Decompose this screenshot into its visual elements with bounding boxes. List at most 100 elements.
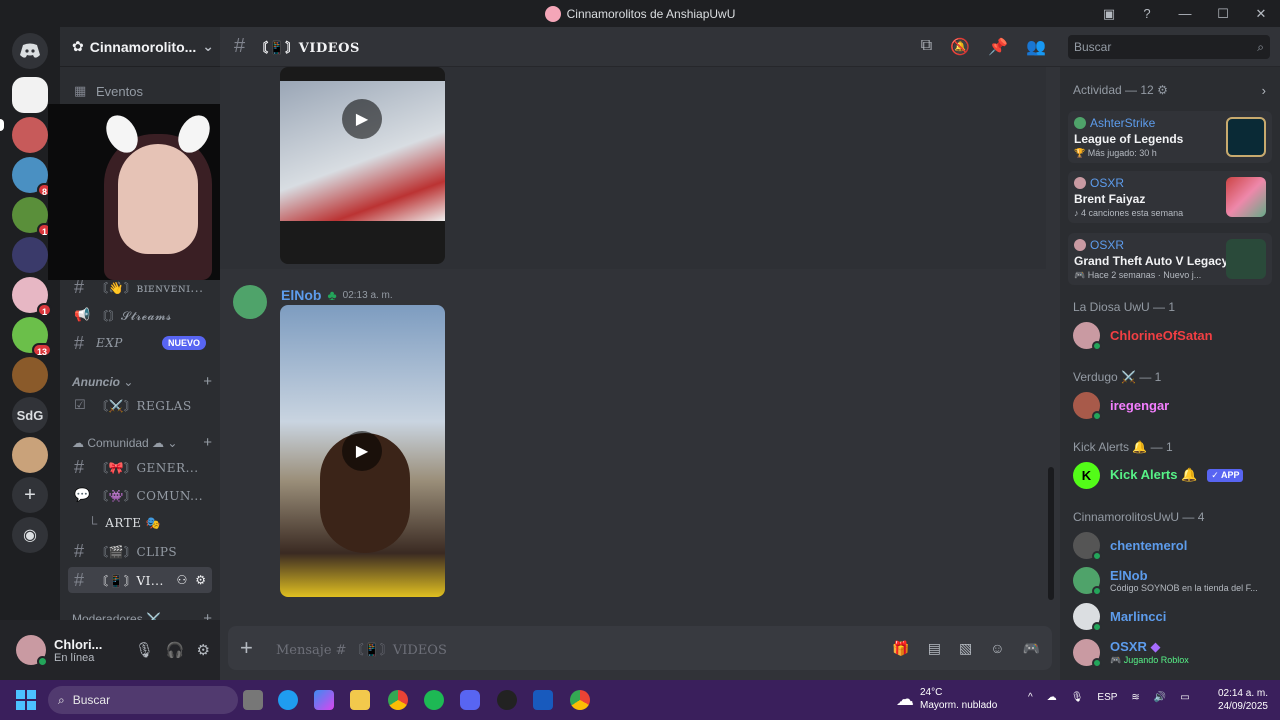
channel-reglas[interactable]: ☑ 〘⚔️〙REGLAS: [68, 392, 212, 418]
activity-header[interactable]: Actividad — 12 ⚙: [1073, 83, 1168, 97]
system-tray: ^ ☁ 🎙 ESP ≋ 🔊 ▭: [1028, 692, 1190, 703]
channel-comunidad[interactable]: 💬 〘👾〙COMUN...: [68, 482, 212, 508]
onedrive-icon[interactable]: ☁: [1047, 692, 1057, 703]
activity-card[interactable]: OSXR Brent Faiyaz ♪ 4 canciones esta sem…: [1068, 171, 1272, 223]
play-icon[interactable]: ▶: [342, 431, 382, 471]
chevron-right-icon[interactable]: ›: [1262, 83, 1266, 98]
channel-clips[interactable]: # 〘🎬〙CLIPS: [68, 538, 212, 564]
maximize-button[interactable]: ☐: [1204, 6, 1242, 22]
discord-home-icon[interactable]: [12, 33, 48, 69]
apps-icon[interactable]: 🎮: [1023, 640, 1040, 657]
help-icon[interactable]: ?: [1128, 6, 1166, 21]
volume-icon[interactable]: 🔊: [1154, 692, 1166, 703]
file-explorer-icon[interactable]: [350, 690, 370, 710]
member-marlincci[interactable]: Marlincci: [1073, 601, 1166, 632]
add-attachment-icon[interactable]: +: [240, 635, 260, 661]
title-bar: Cinnamorolitos de AnshiapUwU ▣ ? — ☐ ✕: [0, 0, 1280, 27]
video-attachment-2[interactable]: ▶: [280, 305, 445, 597]
discover-icon[interactable]: ◉: [12, 517, 48, 553]
edge-icon[interactable]: [278, 690, 298, 710]
invite-icon[interactable]: ⚇: [176, 573, 187, 587]
notifications-muted-icon[interactable]: 🔕: [950, 37, 970, 57]
chrome-icon-2[interactable]: [570, 690, 590, 710]
windows-start-icon[interactable]: [16, 690, 36, 710]
user-name[interactable]: Chlori...: [54, 637, 102, 652]
channel-general[interactable]: # 〘🎀〙GENER...: [68, 454, 212, 480]
server-icon-2[interactable]: [12, 117, 48, 153]
gear-icon[interactable]: ⚙: [195, 573, 206, 587]
wifi-icon[interactable]: ≋: [1131, 692, 1139, 703]
threads-icon[interactable]: ⧉: [921, 37, 932, 57]
server-icon-sdg[interactable]: SdG: [12, 397, 48, 433]
chevron-down-icon: ⌄: [202, 38, 215, 54]
events-item[interactable]: ▦ Eventos: [68, 78, 212, 104]
add-server-icon[interactable]: +: [12, 477, 48, 513]
word-icon[interactable]: [533, 690, 553, 710]
headphones-icon[interactable]: 🎧: [166, 641, 185, 659]
events-label: Eventos: [96, 83, 143, 99]
clock[interactable]: 02:14 a. m. 24/09/2025: [1218, 687, 1268, 713]
add-channel-icon[interactable]: +: [203, 434, 212, 451]
activity-card[interactable]: AshterStrike League of Legends 🏆 Más jug…: [1068, 111, 1272, 163]
search-input[interactable]: Buscar ⌕: [1068, 35, 1270, 59]
microphone-icon[interactable]: 🎙: [135, 641, 154, 659]
scrollbar[interactable]: [1048, 467, 1054, 600]
language-indicator[interactable]: ESP: [1097, 692, 1117, 703]
chevron-up-icon[interactable]: ^: [1028, 692, 1033, 703]
spotify-icon[interactable]: [424, 690, 444, 710]
avatar: [1074, 117, 1086, 129]
minimize-button[interactable]: —: [1166, 6, 1204, 21]
server-icon-cinnamoroll[interactable]: [12, 77, 48, 113]
gear-icon[interactable]: ⚙: [197, 641, 210, 659]
server-icon-minecraft[interactable]: 1: [12, 197, 52, 237]
composer-placeholder[interactable]: Mensaje # 〘📱〙VIDEOS: [276, 639, 447, 658]
activity-card[interactable]: OSXR Grand Theft Auto V Legacy 🎮 Hace 2 …: [1068, 233, 1272, 285]
taskbar-search[interactable]: ⌕ Buscar: [48, 686, 238, 714]
channel-videos[interactable]: # 〘📱〙VI... ⚇ ⚙: [68, 567, 212, 593]
channel-exp[interactable]: # EXP NUEVO: [68, 330, 212, 356]
task-view-icon[interactable]: [243, 690, 263, 710]
emoji-icon[interactable]: ☺: [990, 640, 1004, 657]
member-iregengar[interactable]: iregengar: [1073, 390, 1169, 421]
server-icon-8[interactable]: [12, 357, 48, 393]
play-icon[interactable]: ▶: [342, 99, 382, 139]
gif-icon[interactable]: ▤: [928, 640, 941, 657]
chrome-icon[interactable]: [388, 690, 408, 710]
avatar[interactable]: [16, 635, 48, 667]
member-elnob[interactable]: ElNob Código SOYNOB en la tienda del F..…: [1073, 565, 1258, 596]
member-chentemerol[interactable]: chentemerol: [1073, 530, 1187, 561]
category-anuncio[interactable]: Anuncio ⌄ +: [72, 373, 212, 390]
member-chlorine[interactable]: ChlorineOfSatan: [1073, 320, 1213, 351]
message-composer[interactable]: + Mensaje # 〘📱〙VIDEOS 🎁 ▤ ▧ ☺ 🎮: [228, 626, 1052, 670]
server-icon-6[interactable]: 1: [12, 277, 52, 317]
members-icon[interactable]: 👥: [1026, 37, 1046, 57]
guild-settings-icon: ✿: [72, 38, 84, 54]
sticker-icon[interactable]: ▧: [959, 640, 972, 657]
server-icon-5[interactable]: [12, 237, 48, 273]
microphone-icon[interactable]: 🎙: [1071, 692, 1084, 703]
app-icon[interactable]: [497, 690, 517, 710]
server-icon-3[interactable]: 8: [12, 157, 52, 197]
category-comunidad[interactable]: ☁ Comunidad ☁ ⌄ +: [72, 434, 212, 451]
weather-widget[interactable]: ☁ 24°C Mayorm. nublado: [896, 686, 997, 712]
thread-arte[interactable]: └ ARTE 🎭: [68, 510, 212, 536]
battery-icon[interactable]: ▭: [1180, 692, 1189, 703]
guild-header[interactable]: ✿ Cinnamorolito... ⌄: [60, 27, 220, 67]
server-icon-10[interactable]: [12, 437, 48, 473]
video-attachment-1[interactable]: ▶: [280, 67, 445, 264]
gift-icon[interactable]: 🎁: [892, 640, 909, 657]
add-channel-icon[interactable]: +: [203, 373, 212, 390]
pin-icon[interactable]: 📌: [988, 37, 1008, 57]
inbox-icon[interactable]: ▣: [1090, 6, 1128, 22]
discord-taskbar-icon[interactable]: [460, 690, 480, 710]
member-kick-alerts[interactable]: K Kick Alerts 🔔 ✓ APP: [1073, 460, 1244, 490]
message-author[interactable]: ElNob: [281, 287, 321, 303]
gear-icon[interactable]: ⚙: [1157, 83, 1168, 97]
close-button[interactable]: ✕: [1242, 6, 1280, 22]
copilot-icon[interactable]: [314, 690, 334, 710]
avatar[interactable]: [233, 285, 267, 319]
activity-detail: Más jugado: 30 h: [1087, 148, 1157, 158]
member-osxr[interactable]: OSXR ◆ 🎮 Jugando Roblox: [1073, 637, 1189, 668]
server-icon-7[interactable]: 13: [12, 317, 52, 357]
channel-streams[interactable]: 📢 〘〙𝓢𝓽𝓻𝓮𝓪𝓶𝓼: [68, 302, 212, 328]
